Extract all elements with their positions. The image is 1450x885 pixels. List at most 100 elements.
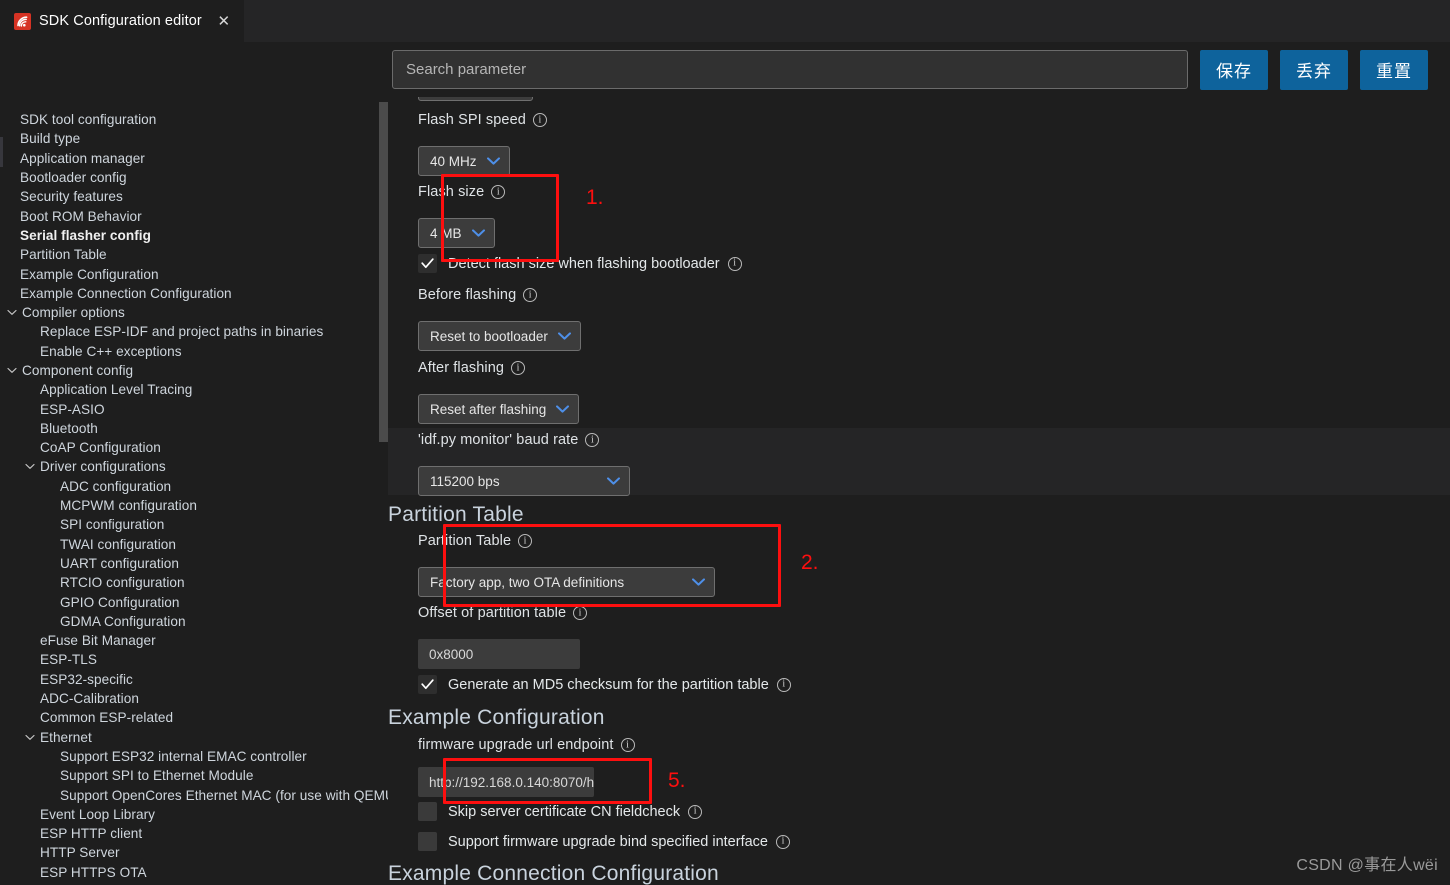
sidebar-item-partition-table[interactable]: Partition Table (0, 245, 388, 264)
sidebar-item-esp-http-client[interactable]: ESP HTTP client (0, 824, 388, 843)
chevron-down-icon (692, 578, 705, 586)
sidebar-item-rtcio-configuration[interactable]: RTCIO configuration (0, 573, 388, 592)
sidebar-item-efuse-bit-manager[interactable]: eFuse Bit Manager (0, 631, 388, 650)
sidebar-item-adc-calibration[interactable]: ADC-Calibration (0, 689, 388, 708)
sidebar-item-esp-asio[interactable]: ESP-ASIO (0, 399, 388, 418)
flash-size-select[interactable]: 4 MB (418, 218, 495, 248)
tab-sdk-configuration-editor[interactable]: SDK Configuration editor ✕ (0, 0, 245, 42)
sidebar-item-mcpwm-configuration[interactable]: MCPWM configuration (0, 496, 388, 515)
sidebar-item-serial-flasher-config[interactable]: Serial flasher config (0, 226, 388, 245)
sidebar-item-support-esp32-internal-emac-controller[interactable]: Support ESP32 internal EMAC controller (0, 747, 388, 766)
offset-of-partition-table-input[interactable]: 0x8000 (418, 639, 580, 669)
sidebar-item-replace-esp-idf-and-project-paths-in-binaries[interactable]: Replace ESP-IDF and project paths in bin… (0, 322, 388, 341)
sidebar-item-support-opencores-ethernet-mac-for-use-with-qemu[interactable]: Support OpenCores Ethernet MAC (for use … (0, 785, 388, 804)
sidebar-item-example-configuration[interactable]: Example Configuration (0, 264, 388, 283)
sidebar-item-bluetooth[interactable]: Bluetooth (0, 419, 388, 438)
firmware-upgrade-url-input[interactable]: http://192.168.0.140:8070/h (418, 767, 594, 797)
info-icon[interactable]: i (620, 738, 635, 752)
after-flashing-label: After flashing (418, 360, 505, 376)
config-tree[interactable]: SDK tool configuration Build type Applicat… (0, 110, 388, 882)
sidebar-item-coap-configuration[interactable]: CoAP Configuration (0, 438, 388, 457)
sidebar-item-boot-rom-behavior[interactable]: Boot ROM Behavior (0, 206, 388, 225)
sidebar-item-label: ESP HTTP client (40, 826, 143, 842)
close-icon[interactable]: ✕ (216, 14, 232, 29)
after-flashing-select[interactable]: Reset after flashing (418, 394, 580, 424)
sidebar-item-component-config[interactable]: Component config (0, 361, 388, 380)
sidebar-item-example-connection-configuration[interactable]: Example Connection Configuration (0, 284, 388, 303)
info-icon[interactable]: i (511, 361, 526, 375)
bind-interface-row[interactable]: Support firmware upgrade bind specified … (418, 832, 790, 856)
skip-cert-row[interactable]: Skip server certificate CN fieldcheck i (418, 802, 703, 826)
chevron-down-icon[interactable] (5, 306, 19, 320)
sidebar-item-adc-configuration[interactable]: ADC configuration (0, 477, 388, 496)
sidebar-item-label: Example Configuration (20, 266, 159, 282)
sidebar-item-bootloader-config[interactable]: Bootloader config (0, 168, 388, 187)
info-icon[interactable]: i (523, 288, 538, 302)
save-button[interactable]: 保存 (1200, 49, 1268, 90)
detect-flash-size-checkbox[interactable] (418, 254, 437, 273)
sidebar-item-gpio-configuration[interactable]: GPIO Configuration (0, 592, 388, 611)
sidebar-item-esp-tls[interactable]: ESP-TLS (0, 650, 388, 669)
firmware-url-label-row: firmware upgrade url endpoint i (418, 736, 635, 754)
partition-table-select[interactable]: Factory app, two OTA definitions (418, 567, 715, 597)
before-flashing-select[interactable]: Reset to bootloader (418, 321, 581, 351)
info-icon[interactable]: i (532, 113, 547, 127)
search-input[interactable] (392, 50, 1188, 89)
bind-specified-interface-checkbox[interactable] (418, 832, 437, 851)
sidebar-item-event-loop-library[interactable]: Event Loop Library (0, 805, 388, 824)
info-icon[interactable]: i (776, 677, 791, 692)
sidebar-item-label: ESP32-specific (40, 671, 133, 687)
sidebar-item-esp-https-ota[interactable]: ESP HTTPS OTA (0, 863, 388, 882)
sidebar-item-twai-configuration[interactable]: TWAI configuration (0, 535, 388, 554)
sidebar-item-compiler-options[interactable]: Compiler options (0, 303, 388, 322)
offset-input-row[interactable]: 0x8000 (418, 639, 580, 669)
sidebar-item-sdk-tool-configuration[interactable]: SDK tool configuration (0, 110, 388, 129)
chevron-down-icon[interactable] (5, 364, 19, 378)
sidebar-item-common-esp-related[interactable]: Common ESP-related (0, 708, 388, 727)
skip-server-certificate-label: Skip server certificate CN fieldcheck (448, 803, 681, 820)
sidebar-item-label: Bootloader config (20, 170, 127, 186)
md5-checksum-checkbox[interactable] (418, 675, 437, 694)
info-icon[interactable]: i (727, 256, 742, 271)
firmware-url-input-row[interactable]: http://192.168.0.140:8070/h (418, 767, 594, 797)
sidebar-item-application-level-tracing[interactable]: Application Level Tracing (0, 380, 388, 399)
sidebar-item-label: Event Loop Library (40, 806, 156, 822)
reset-button[interactable]: 重置 (1360, 49, 1428, 90)
sidebar-item-driver-configurations[interactable]: Driver configurations (0, 457, 388, 476)
sidebar-item-esp32-specific[interactable]: ESP32-specific (0, 670, 388, 689)
sidebar-item-application-manager[interactable]: Application manager (0, 149, 388, 168)
info-icon[interactable]: i (585, 433, 600, 447)
chevron-down-icon (556, 405, 570, 413)
info-icon[interactable]: i (688, 804, 703, 819)
sidebar-item-label: Ethernet (40, 729, 92, 745)
espressif-logo-icon (14, 12, 31, 30)
detect-flash-size-row[interactable]: Detect flash size when flashing bootload… (418, 254, 742, 274)
previous-dropdown-partial[interactable] (418, 97, 533, 101)
sidebar-item-uart-configuration[interactable]: UART configuration (0, 554, 388, 573)
info-icon[interactable]: i (573, 606, 588, 620)
flash-spi-speed-select[interactable]: 40 MHz (418, 146, 510, 176)
sidebar-item-security-features[interactable]: Security features (0, 187, 388, 206)
sidebar-item-label: Component config (22, 363, 134, 378)
sidebar-item-enable-c-exceptions[interactable]: Enable C++ exceptions (0, 342, 388, 361)
sidebar-item-gdma-configuration[interactable]: GDMA Configuration (0, 612, 388, 631)
sidebar-item-label: Replace ESP-IDF and project paths in bin… (40, 324, 324, 340)
baud-rate-select[interactable]: 115200 bps (418, 466, 630, 496)
chevron-down-icon (471, 229, 485, 237)
sidebar-item-spi-configuration[interactable]: SPI configuration (0, 515, 388, 534)
config-tree-sidebar[interactable]: SDK tool configuration Build type Applicat… (0, 42, 388, 885)
sidebar-item-ethernet[interactable]: Ethernet (0, 728, 388, 747)
md5-checksum-row[interactable]: Generate an MD5 checksum for the partiti… (418, 675, 791, 695)
sidebar-scrollbar[interactable] (379, 102, 388, 442)
chevron-down-icon[interactable] (23, 460, 37, 474)
sidebar-item-http-server[interactable]: HTTP Server (0, 843, 388, 862)
sidebar-item-label: ADC-Calibration (40, 691, 139, 707)
info-icon[interactable]: i (775, 834, 790, 849)
chevron-down-icon[interactable] (23, 730, 37, 744)
skip-server-certificate-checkbox[interactable] (418, 802, 437, 821)
sidebar-item-support-spi-to-ethernet-module[interactable]: Support SPI to Ethernet Module (0, 766, 388, 785)
info-icon[interactable]: i (518, 534, 533, 548)
discard-button[interactable]: 丢弃 (1280, 49, 1348, 90)
sidebar-item-build-type[interactable]: Build type (0, 129, 388, 148)
info-icon[interactable]: i (491, 185, 506, 199)
